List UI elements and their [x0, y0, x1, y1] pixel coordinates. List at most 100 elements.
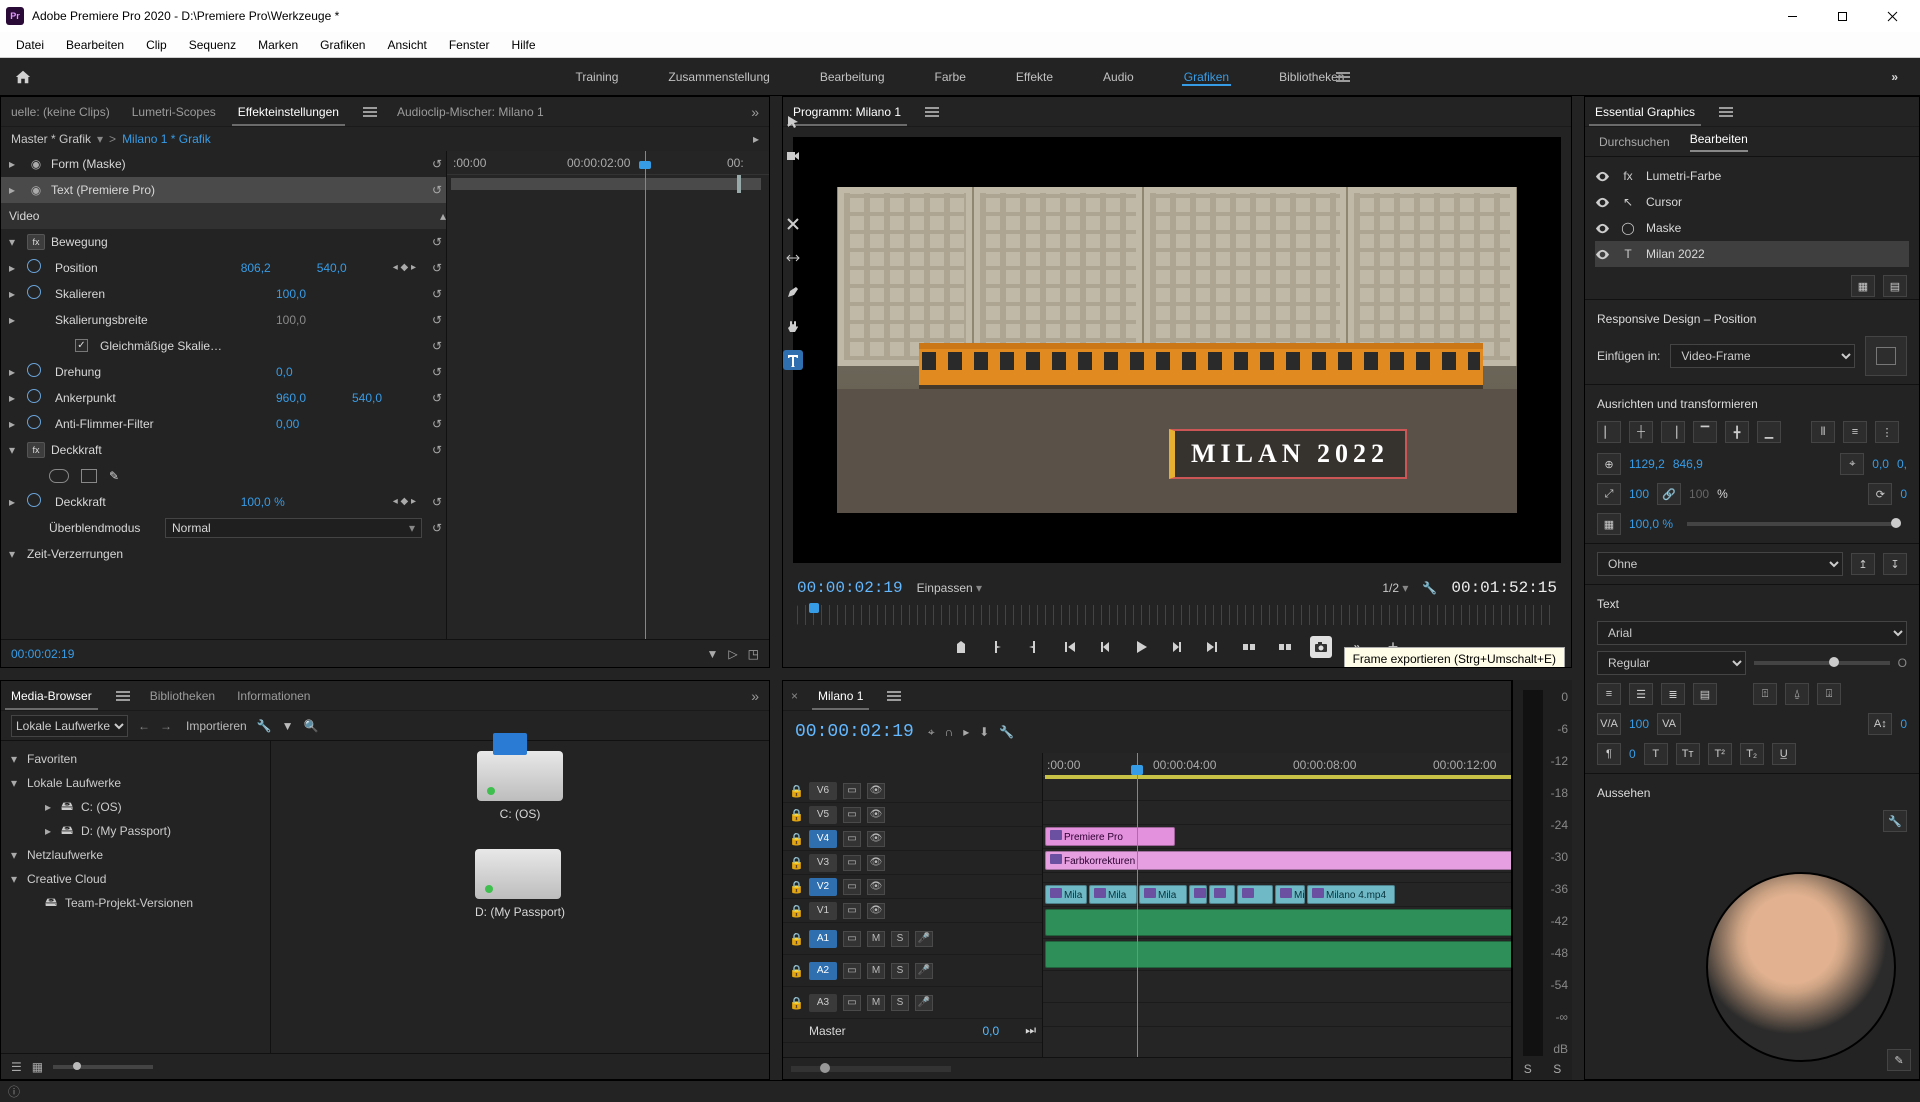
ec-timecode[interactable]: 00:00:02:19 [11, 647, 74, 661]
drive-thumb[interactable] [475, 849, 561, 899]
distribute-h-icon[interactable]: ⫴ [1811, 421, 1835, 443]
menu-hilfe[interactable]: Hilfe [502, 35, 546, 55]
window-minimize-button[interactable] [1770, 2, 1814, 30]
eg-layer-menu-button[interactable]: ▤ [1883, 275, 1907, 297]
track-tag[interactable]: V3 [809, 854, 837, 872]
menu-bearbeiten[interactable]: Bearbeiten [56, 35, 134, 55]
ec-combo[interactable]: ÜberblendmodusNormal▾↺ [1, 515, 446, 541]
super-icon[interactable]: T² [1708, 743, 1732, 765]
tool-hand-icon[interactable] [783, 316, 803, 336]
mb-import-checkbox[interactable]: Importieren [182, 719, 247, 733]
ec-prop[interactable]: ▸Drehung0,0↺ [1, 359, 446, 385]
ec-tab[interactable]: Effekteinstellungen [236, 99, 341, 125]
mb-tree-node[interactable]: ▾Favoriten [5, 747, 266, 771]
eg-style-down-icon[interactable]: ↧ [1883, 553, 1907, 575]
extract-button[interactable] [1274, 636, 1296, 658]
ec-group[interactable]: ▾fxBewegung↺ [1, 229, 446, 255]
track-toggle-sync[interactable]: ▭ [843, 783, 861, 799]
export-frame-button[interactable] [1310, 636, 1332, 658]
ec-prop[interactable]: ▸Ankerpunkt960,0540,0↺ [1, 385, 446, 411]
home-button[interactable] [14, 69, 32, 85]
track-tag[interactable]: V1 [809, 902, 837, 920]
menu-sequenz[interactable]: Sequenz [179, 35, 246, 55]
workspace-menu-icon[interactable] [1336, 72, 1350, 82]
mb-tree-node[interactable]: ▾Creative Cloud [5, 867, 266, 891]
ec-checkbox[interactable]: Gleichmäßige Skalie…↺ [1, 333, 446, 359]
mark-out-button[interactable] [1022, 636, 1044, 658]
mb-tab[interactable]: Bibliotheken [148, 683, 217, 709]
eg-tracking[interactable]: 100 [1629, 717, 1649, 731]
master-expand-icon[interactable]: ⏭ [1025, 1023, 1036, 1038]
mb-drives-select[interactable]: Lokale Laufwerke [11, 715, 128, 737]
program-tc-left[interactable]: 00:00:02:19 [797, 579, 903, 597]
program-res-dropdown[interactable]: 1/2 ▾ [1382, 581, 1408, 595]
layer-name[interactable]: Lumetri-Farbe [1646, 169, 1721, 183]
eg-new-layer-button[interactable]: ▦ [1851, 275, 1875, 297]
distribute-3-icon[interactable]: ⋮ [1875, 421, 1899, 443]
text-justify-icon[interactable]: ▤ [1693, 683, 1717, 705]
track-toggle-output[interactable]: 👁 [867, 879, 885, 895]
track-toggle-output[interactable]: 👁 [867, 855, 885, 871]
tool-slip-icon[interactable] [783, 248, 803, 268]
mb-tab[interactable]: Informationen [235, 683, 312, 709]
tl-ruler[interactable]: :00:00 00:00:04:00 00:00:08:00 00:00:12:… [1043, 753, 1511, 777]
ec-prop[interactable]: ▸Skalieren100,0↺ [1, 281, 446, 307]
ec-item[interactable]: ▸◉Form (Maske)↺ [1, 151, 446, 177]
text-align-left-icon[interactable]: ≡ [1597, 683, 1621, 705]
mb-back-button[interactable]: ← [138, 719, 150, 733]
ec-prop[interactable]: ▸Skalierungsbreite100,0↺ [1, 307, 446, 333]
eye-icon[interactable] [1595, 169, 1610, 184]
program-fit-dropdown[interactable]: Einpassen ▾ [917, 581, 982, 595]
tool-selection-icon[interactable] [783, 112, 803, 132]
timeline-tab[interactable]: Milano 1 [816, 683, 865, 709]
eg-style-select[interactable]: Ohne [1597, 552, 1843, 576]
eg-anchor-y[interactable]: 0, [1897, 457, 1907, 471]
eg-anchor-x[interactable]: 0,0 [1872, 457, 1889, 471]
eg-pin-widget[interactable] [1865, 336, 1907, 376]
tl-tool-wrench-icon[interactable]: 🔧 [999, 725, 1014, 740]
lock-icon[interactable]: 🔒 [789, 784, 803, 798]
add-marker-button[interactable] [950, 636, 972, 658]
eye-icon[interactable] [1595, 247, 1610, 262]
eg-layer[interactable]: fxLumetri-Farbe [1595, 163, 1909, 189]
eg-tab-menu-icon[interactable] [1719, 107, 1733, 117]
eg-leading[interactable]: 0 [1629, 747, 1636, 761]
clip[interactable]: Mila [1139, 885, 1187, 904]
lock-icon[interactable]: 🔒 [789, 880, 803, 894]
eg-opacity[interactable]: 100,0 % [1629, 517, 1673, 531]
menu-fenster[interactable]: Fenster [439, 35, 500, 55]
tool-ripple-icon[interactable] [783, 180, 803, 200]
tl-close-tab-icon[interactable]: × [791, 689, 798, 703]
mb-tab[interactable]: Media-Browser [9, 683, 94, 709]
text-valign-mid-icon[interactable]: ⍙ [1785, 683, 1809, 705]
tl-tab-menu-icon[interactable] [887, 691, 901, 701]
play-button[interactable] [1130, 636, 1152, 658]
track-toggle-sync[interactable]: ▭ [843, 879, 861, 895]
eg-subtab[interactable]: Durchsuchen [1599, 135, 1670, 149]
layer-name[interactable]: Cursor [1646, 195, 1682, 209]
step-back-button[interactable] [1094, 636, 1116, 658]
clip[interactable]: Milano 4.mp4 [1307, 885, 1395, 904]
align-top-icon[interactable]: ▔ [1693, 421, 1717, 443]
ec-icon-2[interactable]: ◳ [748, 647, 759, 661]
ec-prop[interactable]: ▸Anti-Flimmer-Filter0,00↺ [1, 411, 446, 437]
eg-layer[interactable]: ◯Maske [1595, 215, 1909, 241]
mb-tree-node[interactable]: ▾Netzlaufwerke [5, 843, 266, 867]
ec-tab[interactable]: Lumetri-Scopes [130, 99, 218, 125]
workspace-bearbeitung[interactable]: Bearbeitung [818, 60, 887, 94]
eg-subtab[interactable]: Bearbeiten [1690, 132, 1748, 152]
tl-zoom-slider[interactable] [791, 1066, 951, 1072]
track-toggle-output[interactable]: 👁 [867, 831, 885, 847]
tl-tool-marker-icon[interactable]: ▸ [963, 725, 969, 740]
track-solo[interactable]: S [891, 963, 909, 979]
master-value[interactable]: 0,0 [983, 1024, 1000, 1038]
tl-tool-link-icon[interactable]: ∩ [945, 725, 954, 740]
align-bottom-icon[interactable]: ▁ [1757, 421, 1781, 443]
eg-layer[interactable]: TMilan 2022 [1595, 241, 1909, 267]
mb-tree-node[interactable]: 🖴Team-Projekt-Versionen [5, 891, 266, 915]
track-tag[interactable]: A3 [809, 994, 837, 1012]
lift-button[interactable] [1238, 636, 1260, 658]
lock-icon[interactable]: 🔒 [789, 904, 803, 918]
tool-pen-icon[interactable] [783, 282, 803, 302]
eye-icon[interactable] [1595, 195, 1610, 210]
